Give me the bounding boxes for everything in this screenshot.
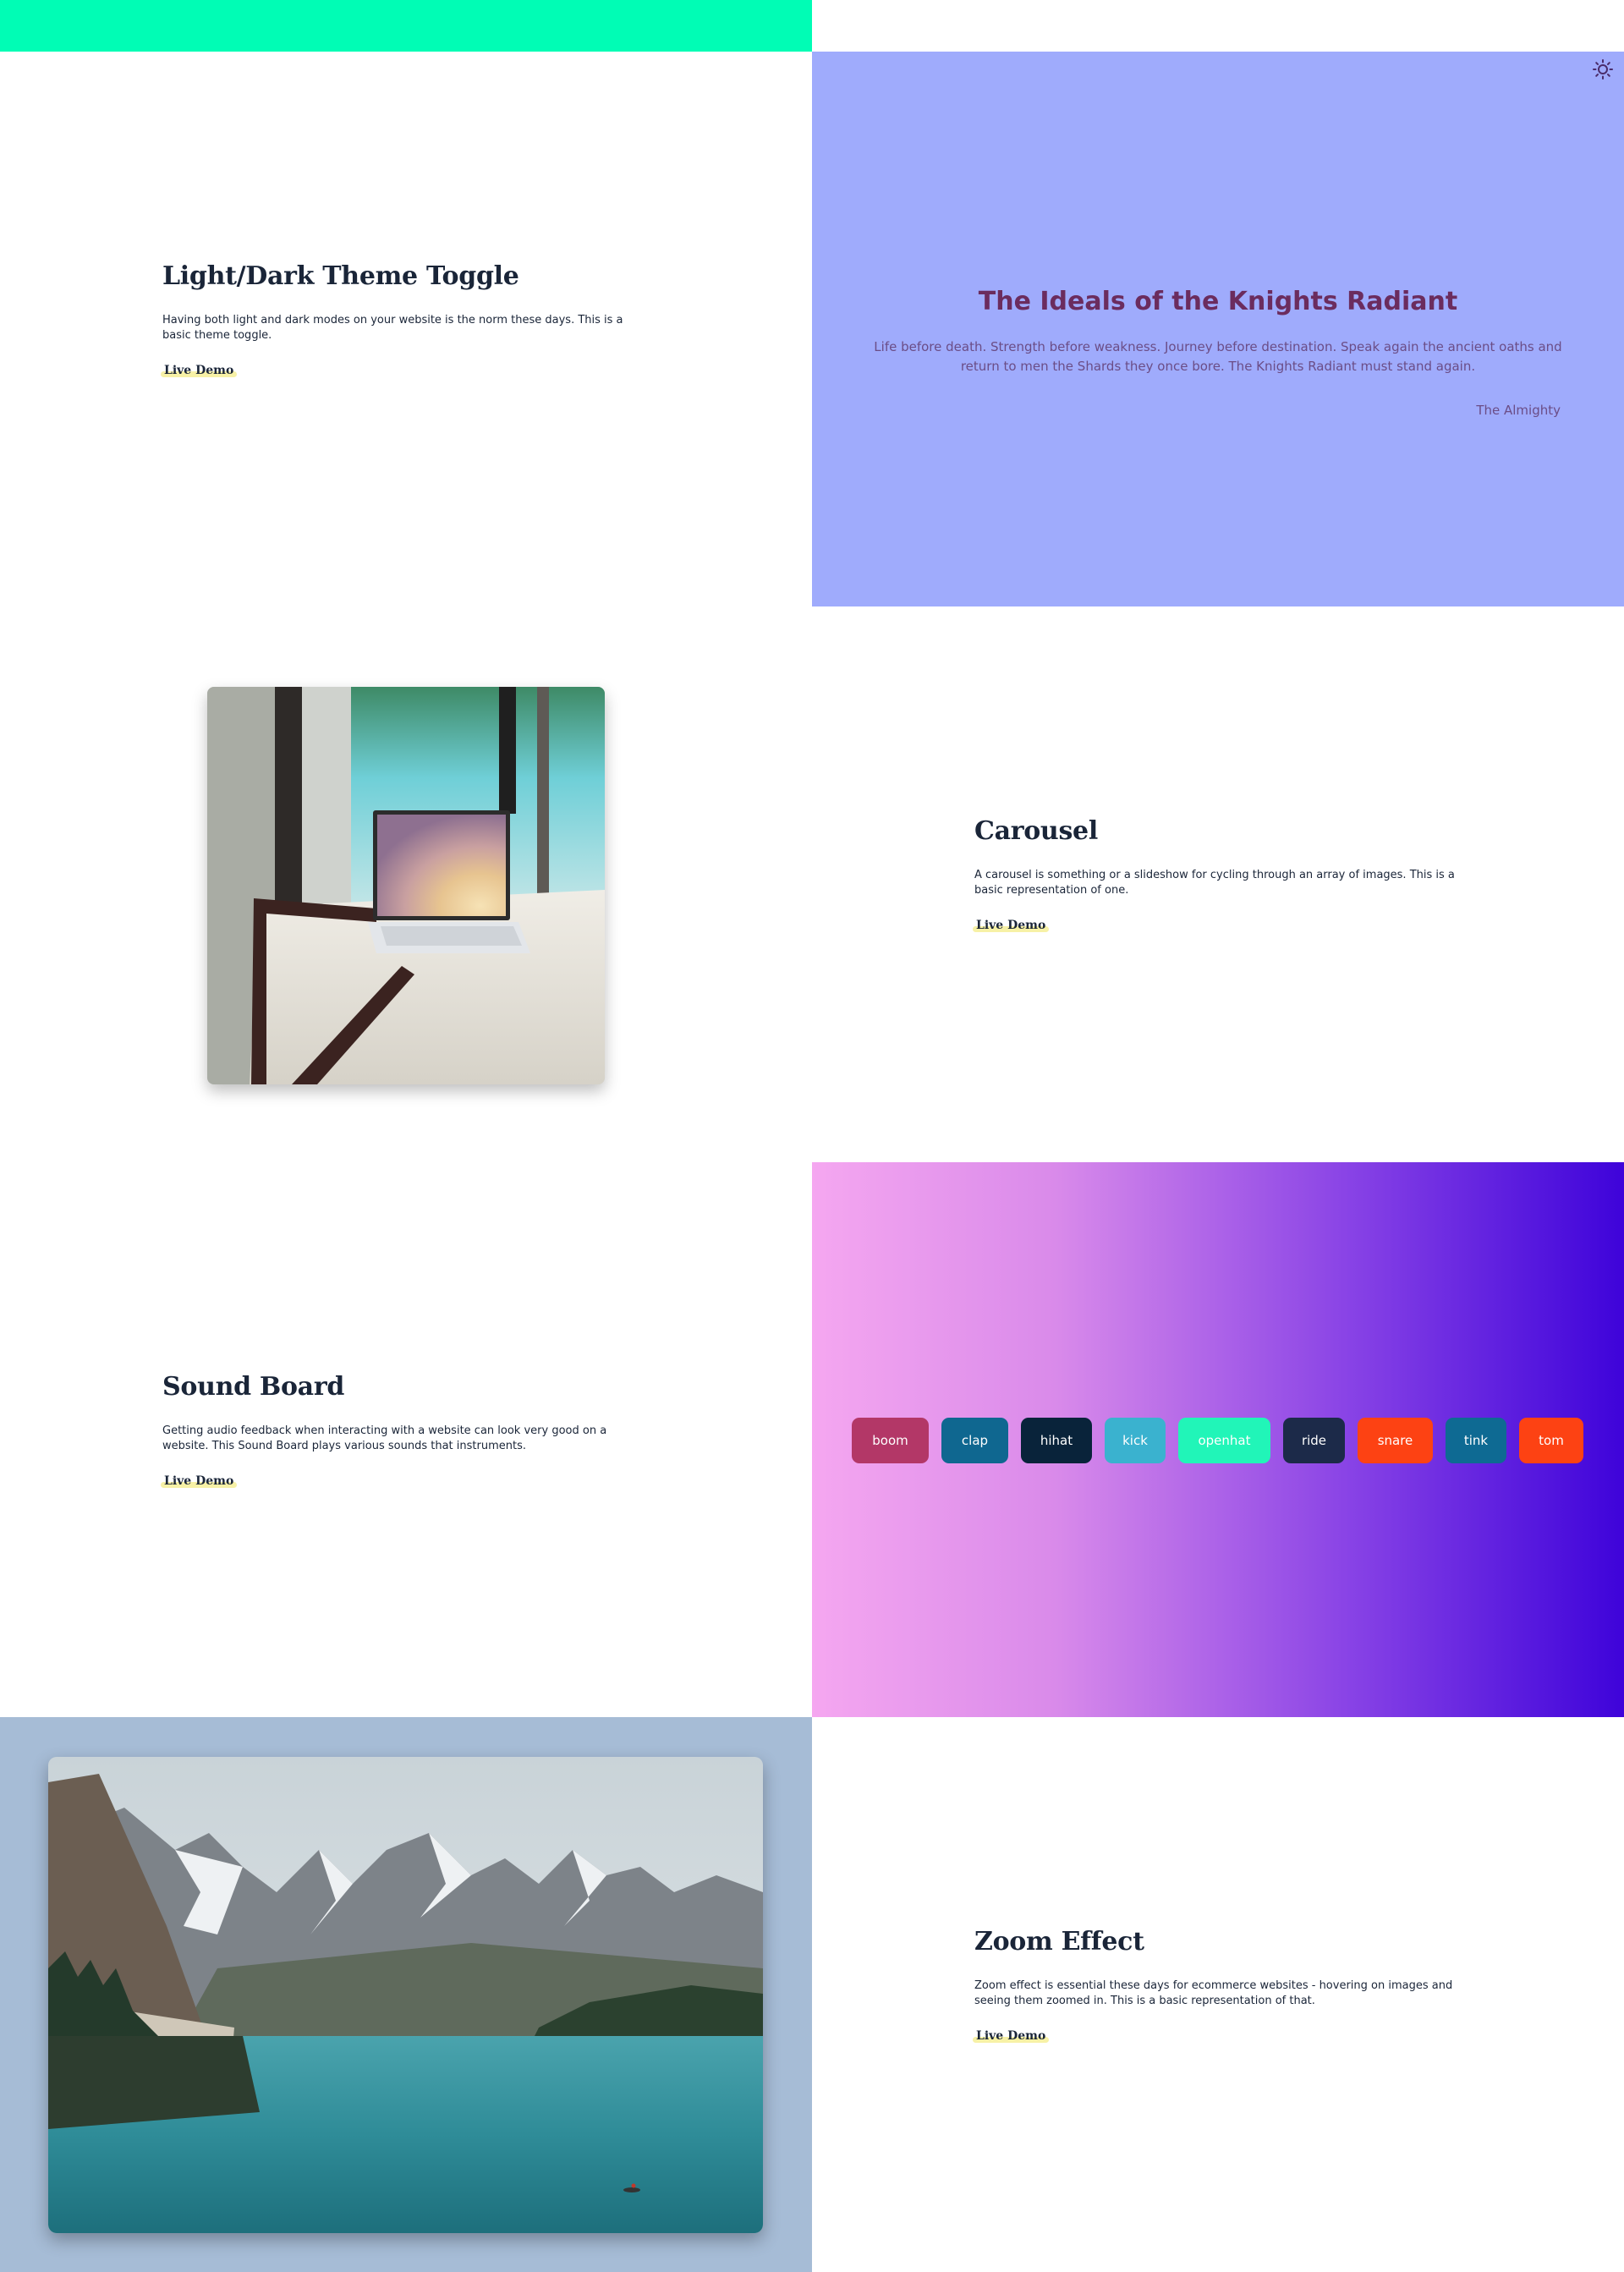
carousel-image[interactable] bbox=[207, 687, 605, 1084]
section-title: Light/Dark Theme Toggle bbox=[162, 261, 519, 291]
zoom-effect-section: Zoom Effect Zoom effect is essential the… bbox=[0, 1717, 1624, 2272]
sun-icon[interactable] bbox=[1592, 58, 1614, 80]
theme-toggle-section: Light/Dark Theme Toggle Having both ligh… bbox=[0, 52, 1624, 606]
quote-text: Life before death. Strength before weakn… bbox=[874, 339, 1562, 374]
live-demo-link[interactable]: Live Demo bbox=[972, 919, 1050, 932]
carousel-preview bbox=[0, 606, 812, 1161]
sound-buttons: boom clap hihat kick openhat ride snare … bbox=[852, 1418, 1583, 1463]
section-title: Zoom Effect bbox=[974, 1927, 1144, 1956]
sound-board-preview: boom clap hihat kick openhat ride snare … bbox=[812, 1162, 1624, 1717]
section-description: Getting audio feedback when interacting … bbox=[162, 1424, 607, 1452]
sound-button-ride[interactable]: ride bbox=[1283, 1418, 1345, 1463]
section-description: A carousel is something or a slideshow f… bbox=[974, 869, 1455, 897]
live-demo-link[interactable]: Live Demo bbox=[160, 364, 238, 377]
carousel-section: Carousel A carousel is something or a sl… bbox=[0, 606, 1624, 1161]
sound-button-hihat[interactable]: hihat bbox=[1021, 1418, 1092, 1463]
theme-toggle-preview: The Ideals of the Knights Radiant Life b… bbox=[812, 52, 1624, 606]
zoom-effect-preview bbox=[0, 1717, 812, 2272]
live-demo-link[interactable]: Live Demo bbox=[160, 1474, 238, 1488]
top-accent-bar bbox=[0, 0, 812, 52]
sound-button-tom[interactable]: tom bbox=[1519, 1418, 1583, 1463]
sound-button-tink[interactable]: tink bbox=[1446, 1418, 1506, 1463]
carousel-info: Carousel A carousel is something or a sl… bbox=[812, 606, 1624, 1161]
section-title: Sound Board bbox=[162, 1372, 345, 1402]
sound-button-snare[interactable]: snare bbox=[1358, 1418, 1433, 1463]
sound-button-openhat[interactable]: openhat bbox=[1178, 1418, 1270, 1463]
section-description: Having both light and dark modes on your… bbox=[162, 314, 623, 342]
sound-button-clap[interactable]: clap bbox=[941, 1418, 1008, 1463]
sound-button-boom[interactable]: boom bbox=[852, 1418, 929, 1463]
section-description: Zoom effect is essential these days for … bbox=[974, 1979, 1453, 2007]
quote-author: The Almighty bbox=[1476, 403, 1561, 418]
theme-toggle-info: Light/Dark Theme Toggle Having both ligh… bbox=[0, 52, 812, 606]
zoom-image[interactable] bbox=[48, 1757, 763, 2233]
zoom-effect-info: Zoom Effect Zoom effect is essential the… bbox=[812, 1717, 1624, 2272]
section-title: Carousel bbox=[974, 816, 1098, 846]
sound-board-info: Sound Board Getting audio feedback when … bbox=[0, 1162, 812, 1717]
quote-title: The Ideals of the Knights Radiant bbox=[978, 287, 1458, 316]
sound-button-kick[interactable]: kick bbox=[1105, 1418, 1166, 1463]
sound-board-section: Sound Board Getting audio feedback when … bbox=[0, 1162, 1624, 1717]
live-demo-link[interactable]: Live Demo bbox=[972, 2029, 1050, 2043]
